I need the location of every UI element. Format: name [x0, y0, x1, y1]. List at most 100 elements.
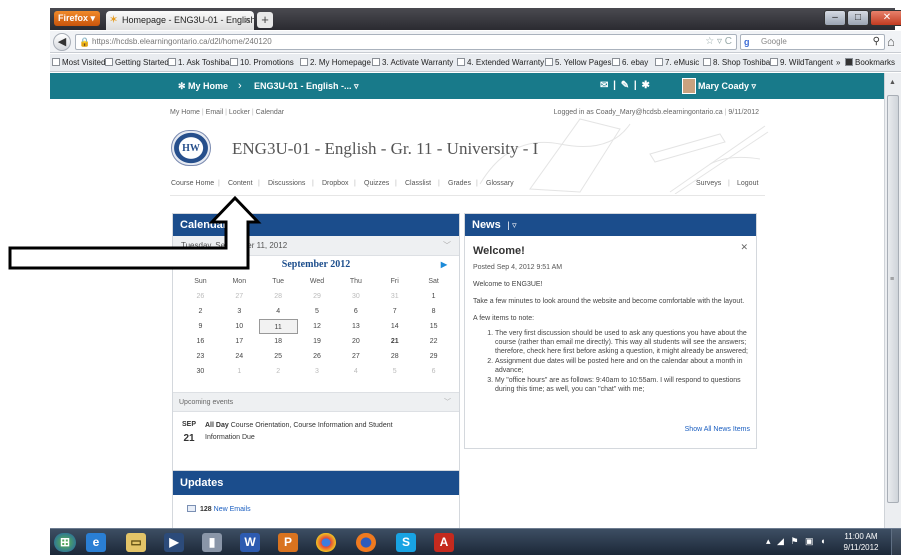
calendar-day[interactable]: 4	[259, 304, 298, 319]
system-tray-icons[interactable]: ▴ ◢ ⚑ ▣ ◖	[766, 536, 827, 547]
close-tab-icon[interactable]: ×	[245, 11, 250, 30]
nav-quizzes[interactable]: Quizzes	[364, 180, 389, 187]
nav-classlist[interactable]: Classlist	[405, 180, 431, 187]
utility-my-home[interactable]: My Home	[170, 109, 200, 116]
nav-logout[interactable]: Logout	[737, 180, 758, 187]
calendar-day[interactable]: 30	[336, 289, 375, 304]
bookmark-extended-warranty[interactable]: 4. Extended Warranty	[457, 54, 544, 71]
calendar-day[interactable]: 28	[375, 349, 414, 364]
back-button[interactable]: ◀	[53, 33, 71, 51]
chrome-icon[interactable]	[316, 533, 336, 552]
file-explorer-icon[interactable]: ▭	[126, 533, 146, 552]
bookmark-most-visited[interactable]: Most Visited	[52, 54, 105, 71]
upcoming-events-header[interactable]: Upcoming events ﹀	[173, 392, 459, 412]
calendar-day[interactable]: 28	[259, 289, 298, 304]
calendar-day[interactable]: 29	[414, 349, 453, 364]
bookmark-getting-started[interactable]: Getting Started	[105, 54, 169, 71]
new-tab-button[interactable]: +	[257, 12, 273, 28]
calendar-day[interactable]: 10	[220, 319, 259, 334]
calendar-day[interactable]: 12	[298, 319, 337, 334]
calendar-day[interactable]: 14	[375, 319, 414, 334]
bookmark-ebay[interactable]: 6. ebay	[612, 54, 648, 71]
news-header[interactable]: News | ▿	[465, 214, 756, 236]
user-avatar[interactable]	[682, 78, 696, 94]
bookmark-ask-toshiba[interactable]: 1. Ask Toshiba	[168, 54, 229, 71]
chevron-down-icon[interactable]: | ▿	[505, 220, 516, 230]
calendar-day[interactable]: 5	[375, 364, 414, 379]
calendar-day[interactable]: 5	[298, 304, 337, 319]
internet-explorer-icon[interactable]: e	[86, 533, 106, 552]
close-icon[interactable]: ✕	[740, 242, 748, 253]
calendar-day[interactable]: 20	[336, 334, 375, 349]
calendar-day[interactable]: 21	[375, 334, 414, 349]
calendar-day[interactable]: 23	[181, 349, 220, 364]
taskbar-clock[interactable]: 11:00 AM 9/11/2012	[838, 531, 884, 553]
bookmark-yellow-pages[interactable]: 5. Yellow Pages	[545, 54, 612, 71]
show-all-news-link[interactable]: Show All News Items	[685, 426, 750, 433]
bookmark-wildtangent[interactable]: 9. WildTangent	[770, 54, 833, 71]
page-scrollbar[interactable]: ▲ ≡	[884, 73, 901, 528]
url-bar[interactable]: 🔒 https://hcdsb.elearningontario.ca/d2l/…	[75, 34, 737, 50]
chevron-down-icon[interactable]: ﹀	[444, 393, 451, 413]
calendar-day[interactable]: 6	[414, 364, 453, 379]
minimize-button[interactable]: –	[824, 10, 846, 26]
message-alert-icons[interactable]: ✉ | ✎ | ✱	[600, 73, 651, 99]
calendar-day[interactable]: 2	[259, 364, 298, 379]
bookmarks-overflow[interactable]: »	[836, 54, 840, 71]
calendar-day[interactable]: 27	[220, 289, 259, 304]
calendar-day[interactable]: 19	[298, 334, 337, 349]
calendar-day[interactable]: 11	[258, 319, 298, 334]
bookmark-star-icon[interactable]: ☆ ▿ C	[705, 35, 732, 49]
new-emails-link[interactable]: New Emails	[214, 506, 251, 513]
nav-content[interactable]: Content	[228, 180, 253, 187]
calendar-day[interactable]: 25	[259, 349, 298, 364]
calendar-day[interactable]: 7	[375, 304, 414, 319]
browser-tab[interactable]: ✶ Homepage - ENG3U-01 - English - Gr. 11…	[106, 11, 254, 30]
skype-icon[interactable]: S	[396, 533, 416, 552]
calendar-day[interactable]: 18	[259, 334, 298, 349]
calendar-day[interactable]: 17	[220, 334, 259, 349]
powerpoint-icon[interactable]: P	[278, 533, 298, 552]
calendar-day[interactable]: 26	[181, 289, 220, 304]
utility-locker[interactable]: Locker	[229, 109, 250, 116]
calendar-day[interactable]: 30	[181, 364, 220, 379]
bookmark-activate-warranty[interactable]: 3. Activate Warranty	[372, 54, 453, 71]
calendar-day[interactable]: 13	[336, 319, 375, 334]
calendar-day[interactable]: 1	[220, 364, 259, 379]
calendar-day[interactable]: 9	[181, 319, 220, 334]
new-emails-update[interactable]: 128 New Emails	[187, 505, 251, 513]
utility-calendar[interactable]: Calendar	[256, 109, 284, 116]
bookmark-promotions[interactable]: 10. Promotions	[230, 54, 294, 71]
calendar-day[interactable]: 31	[375, 289, 414, 304]
bookmark-my-homepage[interactable]: 2. My Homepage	[300, 54, 371, 71]
utility-email[interactable]: Email	[206, 109, 224, 116]
calendar-day[interactable]: 8	[414, 304, 453, 319]
scroll-up-icon[interactable]: ▲	[889, 79, 896, 86]
calendar-day[interactable]: 3	[220, 304, 259, 319]
calendar-day[interactable]: 2	[181, 304, 220, 319]
nav-grades[interactable]: Grades	[448, 180, 471, 187]
scroll-thumb[interactable]: ≡	[887, 95, 899, 503]
calendar-day[interactable]: 29	[298, 289, 337, 304]
search-icon[interactable]: ⚲	[873, 35, 880, 49]
home-icon[interactable]: ⌂	[887, 34, 895, 50]
calendar-day[interactable]: 1	[414, 289, 453, 304]
bookmark-shop-toshiba[interactable]: 8. Shop Toshiba	[703, 54, 770, 71]
calendar-day[interactable]: 26	[298, 349, 337, 364]
maximize-button[interactable]: □	[847, 10, 869, 26]
firefox-menu-button[interactable]: Firefox ▾	[54, 11, 100, 26]
show-desktop-button[interactable]	[891, 529, 901, 555]
calendar-day[interactable]: 3	[298, 364, 337, 379]
bookmarks-menu[interactable]: Bookmarks	[845, 54, 895, 71]
media-player-icon[interactable]: ▶	[164, 533, 184, 552]
nav-discussions[interactable]: Discussions	[268, 180, 305, 187]
nav-glossary[interactable]: Glossary	[486, 180, 514, 187]
event-text[interactable]: Course Orientation, Course Information a…	[205, 422, 393, 441]
bookmark-emusic[interactable]: 7. eMusic	[655, 54, 699, 71]
user-menu[interactable]: Mary Coady ▿	[698, 73, 756, 99]
calendar-day[interactable]: 15	[414, 319, 453, 334]
calendar-day[interactable]: 6	[336, 304, 375, 319]
next-month-icon[interactable]: ▶	[441, 256, 447, 274]
search-input[interactable]: g Google ⚲	[740, 34, 885, 50]
chevron-down-icon[interactable]: ﹀	[443, 236, 451, 256]
